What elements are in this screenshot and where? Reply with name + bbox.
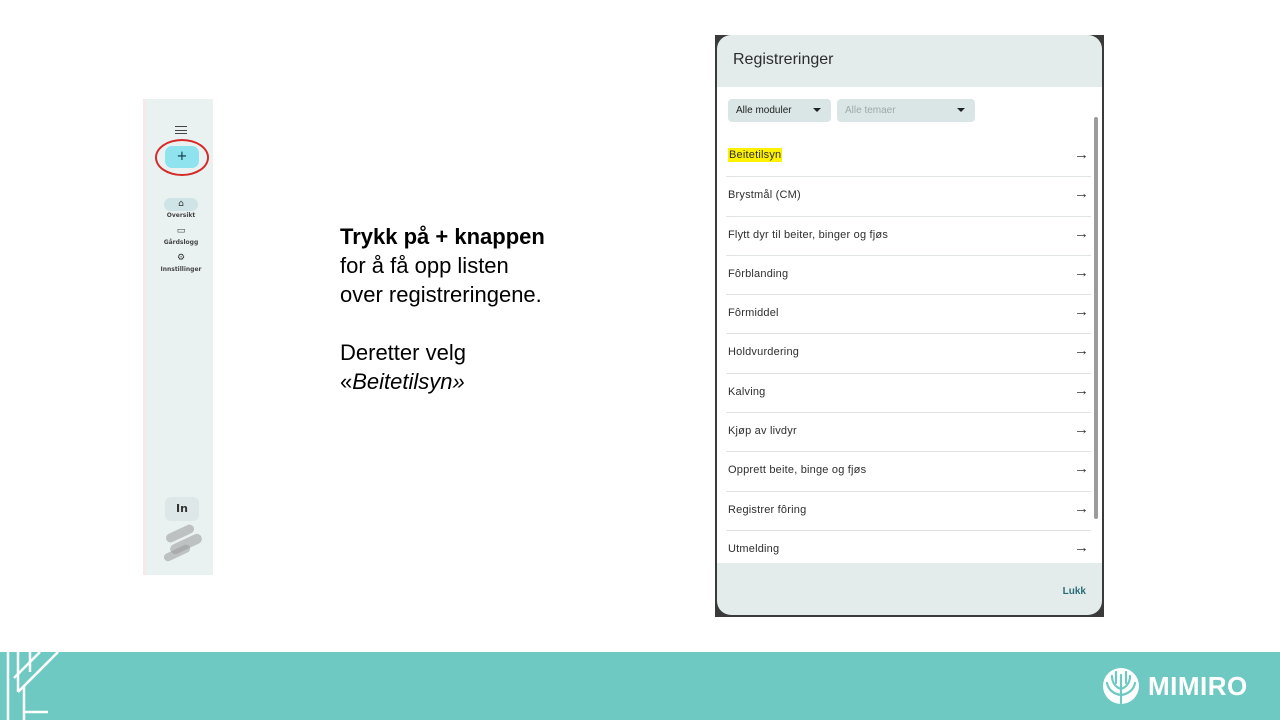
list-scrollbar[interactable] — [1094, 117, 1098, 519]
list-item-label: Brystmål (CM) — [728, 189, 801, 202]
mimiro-logo: MIMIRO — [1102, 667, 1248, 705]
home-icon: ⌂ — [164, 198, 198, 211]
list-item-label: Kalving — [728, 385, 766, 398]
instruction-line-5: «Beitetilsyn» — [340, 367, 620, 396]
dialog-title: Registreringer — [733, 51, 834, 68]
caret-down-icon — [813, 108, 821, 112]
blurred-avatar — [161, 523, 207, 563]
list-item-label: Utmelding — [728, 542, 780, 555]
tree-logo-icon — [1103, 668, 1139, 705]
linkedin-button[interactable]: In — [165, 497, 199, 521]
list-item[interactable]: Opprett beite, binge og fjøs → — [726, 452, 1091, 492]
sidebar-item-label: Oversikt — [166, 212, 196, 219]
list-item-label: Holdvurdering — [728, 346, 800, 359]
dialog-screenshot: Registreringer Alle moduler Alle temaer … — [715, 35, 1104, 617]
sidebar-item-oversikt[interactable]: ⌂ Oversikt — [146, 198, 216, 219]
list-item[interactable]: Holdvurdering → — [726, 334, 1091, 374]
list-item[interactable]: Beitetilsyn → — [726, 138, 1091, 178]
arrow-right-icon: → — [1074, 342, 1089, 360]
instruction-line-2: for å få opp listen — [340, 253, 509, 278]
themes-filter-select[interactable]: Alle temaer — [837, 99, 975, 122]
list-item[interactable]: Brystmål (CM) → — [726, 177, 1091, 217]
list-item-label: Registrer fôring — [728, 503, 807, 516]
quote-mark: « — [340, 369, 353, 394]
arrow-right-icon: → — [1074, 263, 1089, 281]
list-item[interactable]: Flytt dyr til beiter, binger og fjøs → — [726, 217, 1091, 256]
sidebar-item-gardslogg[interactable]: ▭ Gårdslogg — [146, 225, 216, 246]
menu-icon[interactable] — [175, 126, 187, 134]
instruction-line-1: Trykk på + knappen — [340, 224, 545, 249]
themes-filter-value: Alle temaer — [845, 105, 896, 116]
modules-filter-select[interactable]: Alle moduler — [728, 99, 831, 122]
app-sidebar: + ⌂ Oversikt ▭ Gårdslogg ⚙ Innstillinger… — [143, 99, 213, 575]
instruction-line-4: Deretter velg — [340, 340, 466, 365]
arrow-right-icon: → — [1074, 185, 1089, 203]
modules-filter-value: Alle moduler — [736, 105, 792, 116]
brand-name: MIMIRO — [1148, 670, 1248, 701]
list-item[interactable]: Fôrblanding → — [726, 256, 1091, 296]
list-item-label: Flytt dyr til beiter, binger og fjøs — [728, 228, 889, 241]
list-item[interactable]: Kalving → — [726, 374, 1091, 414]
footer-band: MIMIRO — [0, 652, 1280, 720]
arrow-right-icon: → — [1074, 460, 1089, 478]
list-item-label: Beitetilsyn — [728, 148, 783, 162]
highlight-circle — [155, 139, 209, 176]
list-item[interactable]: Fôrmiddel → — [726, 295, 1091, 335]
list-item[interactable]: Registrer fôring → — [726, 492, 1091, 531]
instruction-item-name: Beitetilsyn» — [352, 369, 465, 394]
sidebar-item-innstillinger[interactable]: ⚙ Innstillinger — [146, 252, 216, 273]
dialog-body: Alle moduler Alle temaer Beitetilsyn → Br… — [717, 87, 1102, 563]
caret-down-icon — [957, 108, 965, 112]
list-item-label: Kjøp av livdyr — [728, 425, 797, 438]
arrow-right-icon: → — [1074, 146, 1089, 163]
sidebar-item-label: Gårdslogg — [163, 239, 199, 246]
settings-icon: ⚙ — [176, 253, 186, 263]
list-item-label: Fôrmiddel — [728, 307, 779, 320]
instruction-text: Trykk på + knappen for å få opp listen o… — [340, 222, 620, 396]
list-item-label: Opprett beite, binge og fjøs — [728, 464, 867, 477]
registrations-dialog: Registreringer Alle moduler Alle temaer … — [717, 35, 1102, 615]
arrow-right-icon: → — [1074, 421, 1089, 439]
arrow-right-icon: → — [1074, 499, 1089, 517]
close-button[interactable]: Lukk — [1063, 586, 1086, 597]
arrow-right-icon: → — [1074, 538, 1089, 556]
sidebar-item-label: Innstillinger — [160, 266, 202, 273]
list-item[interactable]: Kjøp av livdyr → — [726, 413, 1091, 453]
logbook-icon: ▭ — [176, 226, 186, 236]
arrow-right-icon: → — [1074, 224, 1089, 242]
registration-list: Beitetilsyn → Brystmål (CM) → Flytt dyr ti… — [726, 138, 1091, 570]
list-item-label: Fôrblanding — [728, 267, 789, 280]
circuit-lines-decoration — [6, 652, 59, 720]
arrow-right-icon: → — [1074, 381, 1089, 399]
list-item[interactable]: Utmelding → — [726, 531, 1091, 570]
arrow-right-icon: → — [1074, 303, 1089, 321]
instruction-line-3: over registreringene. — [340, 282, 542, 307]
